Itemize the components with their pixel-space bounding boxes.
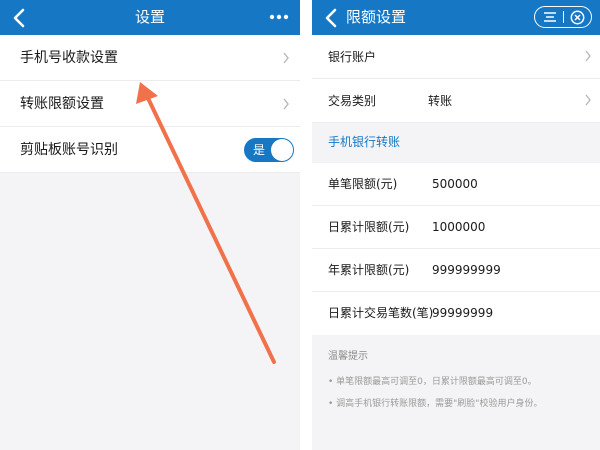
bank-account-row[interactable]: 银行账户 — [312, 35, 600, 79]
tip-text: • 调高手机银行转账限额，需要"刷脸"校验用户身份。 — [328, 399, 543, 409]
limit-label: 单笔限额(元) — [328, 177, 398, 191]
mini-program-capsule — [534, 6, 592, 28]
clipboard-recognition-item: 剪贴板账号识别 是 — [0, 127, 300, 173]
transfer-limit-settings-item[interactable]: 转账限额设置 — [0, 81, 300, 127]
list-item-label: 转账限额设置 — [20, 96, 104, 112]
toggle-knob — [271, 139, 293, 161]
chevron-right-icon — [585, 50, 591, 62]
toggle-on-label: 是 — [253, 143, 266, 157]
list-item-label: 手机号收款设置 — [20, 50, 118, 66]
section-title: 手机银行转账 — [312, 123, 600, 163]
limit-row-yearly[interactable]: 年累计限额(元) 999999999 — [312, 249, 600, 292]
settings-header: 设置 — [0, 0, 300, 35]
page-title: 限额设置 — [346, 8, 407, 26]
list-item-label: 剪贴板账号识别 — [20, 142, 118, 158]
limit-settings-screen: 限额设置 银行账户 交易类别 转账 手机银行转账 单笔限额(元) 500000 … — [312, 0, 600, 450]
chevron-right-icon — [283, 52, 289, 64]
panel-divider — [300, 0, 312, 450]
menu-icon[interactable] — [543, 11, 557, 23]
capsule-separator — [563, 11, 564, 23]
limit-row-daily[interactable]: 日累计限额(元) 1000000 — [312, 206, 600, 249]
chevron-right-icon — [283, 98, 289, 110]
page-title: 设置 — [134, 8, 165, 26]
tip-text: • 单笔限额最高可调至0，日累计限额最高可调至0。 — [328, 377, 537, 387]
phone-receive-settings-item[interactable]: 手机号收款设置 — [0, 35, 300, 81]
tips-title: 温馨提示 — [328, 351, 368, 362]
limit-value-input[interactable]: 999999999 — [432, 249, 501, 292]
limit-value-input[interactable]: 1000000 — [432, 206, 485, 249]
limit-row-single[interactable]: 单笔限额(元) 500000 — [312, 163, 600, 206]
transaction-type-label: 交易类别 — [328, 94, 377, 108]
limit-value-input[interactable]: 99999999 — [432, 292, 493, 335]
tips-section: 温馨提示 • 单笔限额最高可调至0，日累计限额最高可调至0。 • 调高手机银行转… — [312, 335, 600, 411]
limit-value-input[interactable]: 500000 — [432, 163, 478, 206]
back-arrow-icon[interactable] — [322, 7, 342, 29]
limit-row-daily-count[interactable]: 日累计交易笔数(笔) 99999999 — [312, 292, 600, 335]
limit-label: 日累计交易笔数(笔) — [328, 306, 434, 320]
limit-settings-header: 限额设置 — [312, 0, 600, 35]
chevron-right-icon — [585, 94, 591, 106]
settings-list: 手机号收款设置 转账限额设置 剪贴板账号识别 是 — [0, 35, 300, 173]
limit-label: 日累计限额(元) — [328, 220, 410, 234]
transaction-type-row[interactable]: 交易类别 转账 — [312, 79, 600, 123]
settings-screen: 设置 手机号收款设置 转账限额设置 剪贴板账号识别 是 — [0, 0, 300, 450]
limit-label: 年累计限额(元) — [328, 263, 410, 277]
close-icon[interactable] — [570, 10, 585, 25]
more-options-icon[interactable] — [268, 10, 290, 24]
transaction-type-value: 转账 — [428, 94, 453, 108]
bank-account-label: 银行账户 — [328, 50, 377, 64]
clipboard-toggle[interactable]: 是 — [244, 138, 294, 162]
